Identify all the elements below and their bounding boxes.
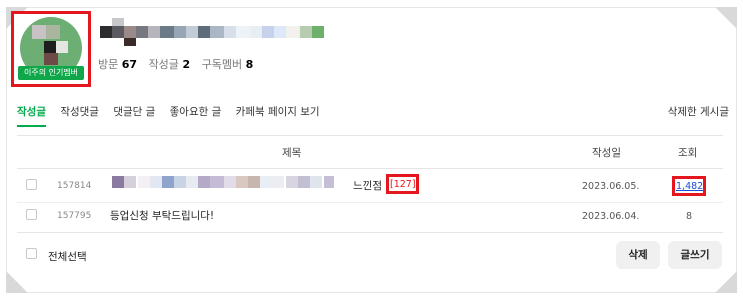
divider	[17, 202, 723, 203]
delete-button[interactable]: 삭제	[616, 241, 660, 269]
post-title-suffix[interactable]: 느낀점	[353, 178, 382, 193]
corner-decoration	[715, 7, 737, 29]
popular-member-badge: 이주의 인기멤버	[18, 66, 84, 80]
corner-decoration	[6, 271, 28, 293]
stat-posts-label: 작성글	[148, 58, 179, 71]
tab-comments[interactable]: 작성댓글	[60, 104, 99, 119]
column-title: 제목	[282, 147, 302, 159]
post-views: 1,482	[676, 181, 704, 192]
write-button[interactable]: 글쓰기	[668, 241, 722, 269]
stat-subscribers-value: 8	[245, 58, 254, 71]
post-number: 157814	[57, 181, 92, 191]
profile-tabs: 작성글 작성댓글 댓글단 글 좋아요한 글 카페북 페이지 보기	[17, 104, 331, 127]
stat-visits-label: 방문	[98, 58, 119, 71]
tab-liked-posts[interactable]: 좋아요한 글	[170, 104, 222, 119]
post-views: 8	[686, 211, 693, 222]
divider	[17, 232, 723, 233]
divider	[17, 135, 723, 136]
tab-cafebook[interactable]: 카페북 페이지 보기	[236, 104, 320, 119]
comment-count[interactable]: [127]	[390, 179, 416, 190]
stat-posts-value: 2	[182, 58, 191, 71]
post-number: 157795	[57, 211, 92, 221]
nickname-redacted	[100, 18, 340, 46]
deleted-posts-link[interactable]: 삭제한 게시글	[668, 104, 729, 119]
select-all-checkbox[interactable]	[26, 248, 37, 259]
divider	[17, 168, 723, 169]
column-date: 작성일	[592, 147, 621, 159]
post-date: 2023.06.04.	[582, 211, 640, 222]
post-date: 2023.06.05.	[582, 181, 640, 192]
post-title[interactable]: 등업신청 부탁드립니다!	[110, 208, 214, 223]
avatar-highlight: 이주의 인기멤버	[11, 11, 91, 87]
tab-commented-posts[interactable]: 댓글단 글	[113, 104, 155, 119]
corner-decoration	[715, 271, 737, 293]
tab-posts[interactable]: 작성글	[17, 104, 46, 127]
row-checkbox[interactable]	[26, 179, 37, 190]
stat-visits-value: 67	[121, 58, 138, 71]
post-title-redacted[interactable]	[112, 176, 352, 188]
row-checkbox[interactable]	[26, 209, 37, 220]
column-views: 조회	[678, 147, 698, 159]
member-stats: 방문 67 작성글 2 구독멤버 8	[98, 56, 261, 72]
stat-subscribers-label: 구독멤버	[201, 58, 243, 71]
select-all-label[interactable]: 전체선택	[48, 249, 87, 264]
